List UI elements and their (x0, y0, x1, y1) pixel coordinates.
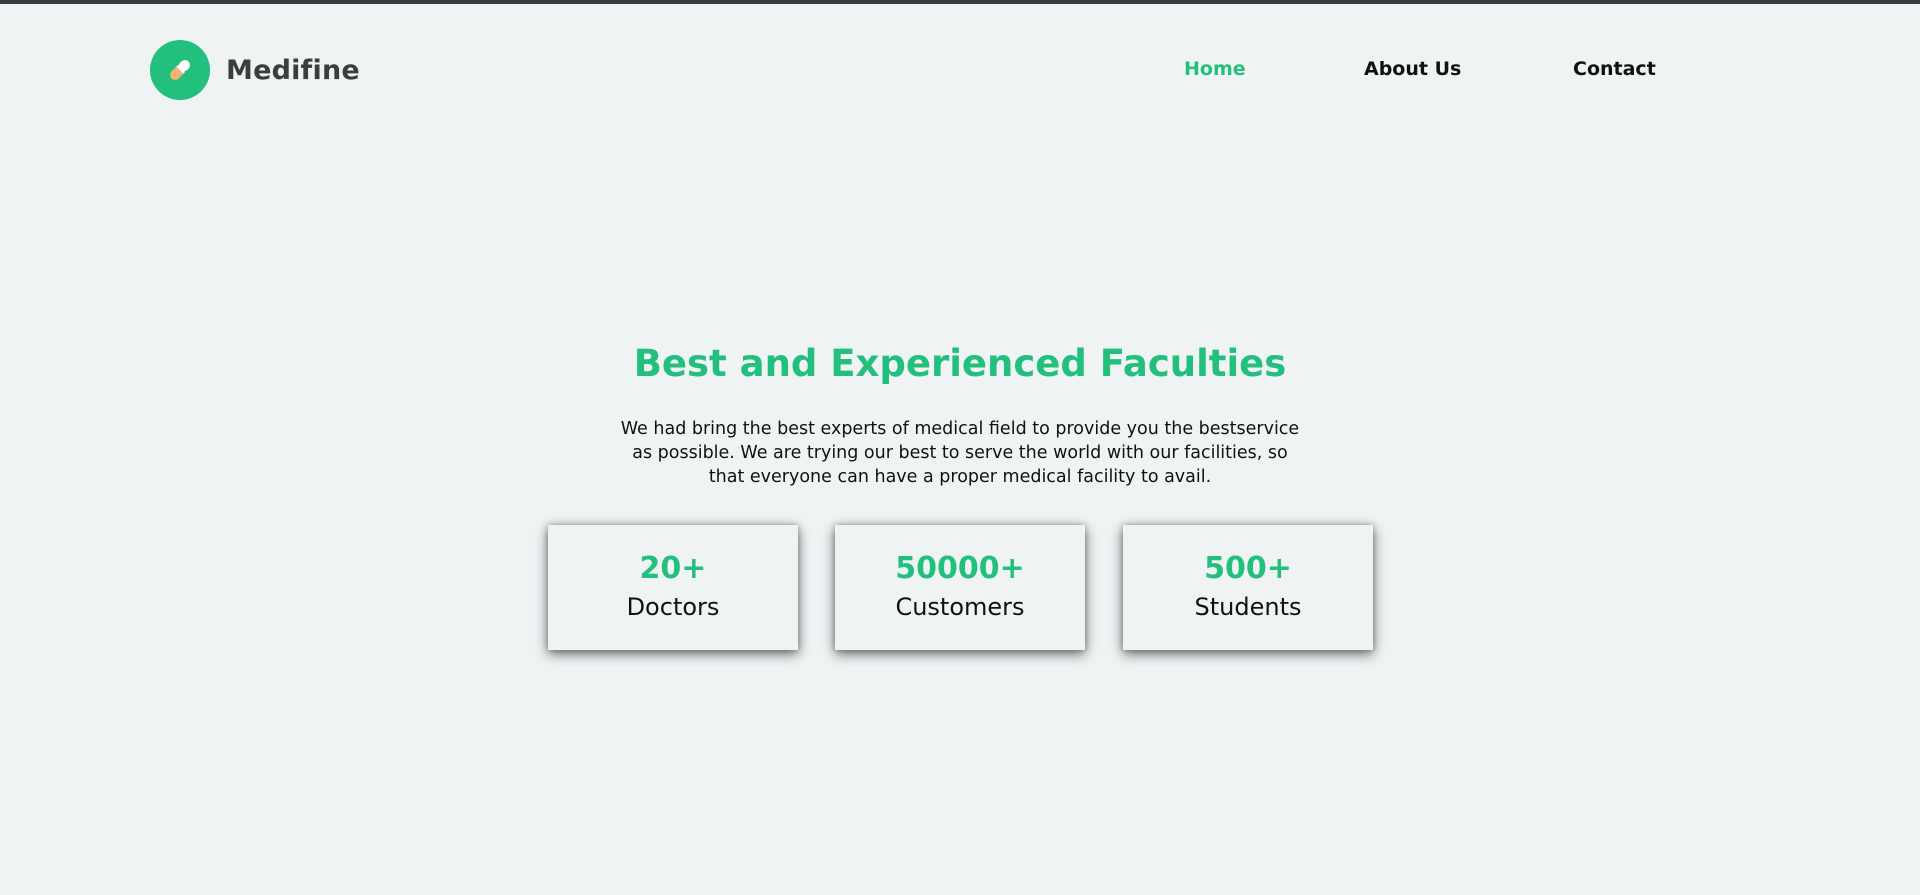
hero-title: Best and Experienced Faculties (633, 342, 1287, 385)
hero-description: We had bring the best experts of medical… (620, 419, 1300, 487)
stat-label: Customers (895, 593, 1025, 621)
nav-home[interactable]: Home (1184, 58, 1246, 80)
nav-about-us[interactable]: About Us (1364, 58, 1461, 80)
pill-icon (170, 60, 190, 80)
stat-value: 500+ (1204, 551, 1292, 586)
stat-value: 20+ (639, 551, 707, 586)
nav-contact[interactable]: Contact (1573, 58, 1656, 80)
top-border (0, 0, 1920, 4)
brand-logo-link[interactable]: Medifine (150, 40, 360, 100)
stat-card-doctors: 20+ Doctors (548, 525, 798, 650)
stat-label: Students (1194, 593, 1302, 621)
brand-name: Medifine (226, 54, 360, 86)
stat-label: Doctors (626, 593, 720, 621)
stat-value: 50000+ (895, 551, 1025, 586)
stat-card-students: 500+ Students (1123, 525, 1373, 650)
logo-badge (150, 40, 210, 100)
stat-card-customers: 50000+ Customers (835, 525, 1085, 650)
